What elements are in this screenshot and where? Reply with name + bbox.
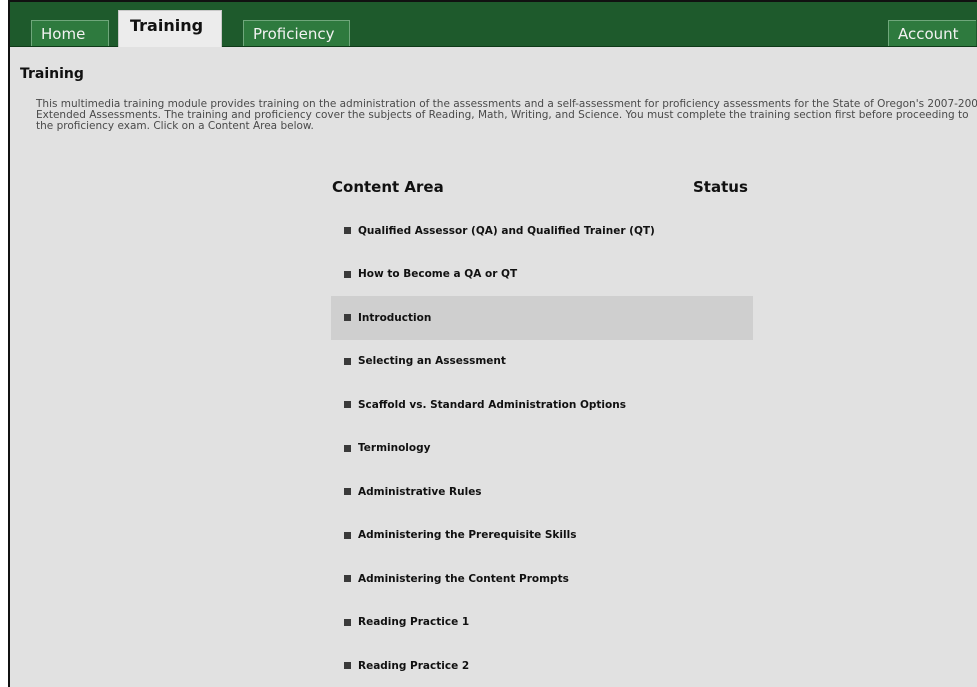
square-bullet-icon xyxy=(344,357,351,365)
content-area-item-qa-qt[interactable]: Qualified Assessor (QA) and Qualified Tr… xyxy=(331,209,753,253)
content-area-label: Selecting an Assessment xyxy=(358,355,506,368)
content-area-label: Introduction xyxy=(358,311,432,324)
tab-home[interactable]: Home xyxy=(31,20,109,46)
intro-text: This multimedia training module provides… xyxy=(36,98,977,132)
square-bullet-icon xyxy=(344,662,351,670)
tab-account[interactable]: Account xyxy=(888,20,976,46)
tab-proficiency[interactable]: Proficiency xyxy=(243,20,350,46)
content-area-item-reading-practice-1[interactable]: Reading Practice 1 xyxy=(331,601,753,645)
content-area-heading: Content Area xyxy=(332,178,444,196)
content-area-item-become-qa[interactable]: How to Become a QA or QT xyxy=(331,253,753,297)
content-area-label: Reading Practice 1 xyxy=(358,616,470,629)
square-bullet-icon xyxy=(344,575,351,583)
content-area-item-content-prompts[interactable]: Administering the Content Prompts xyxy=(331,557,753,601)
content-area-label: Scaffold vs. Standard Administration Opt… xyxy=(358,398,626,411)
content-area-label: Administrative Rules xyxy=(358,485,482,498)
content-area-label: Administering the Content Prompts xyxy=(358,572,569,585)
content-area-item-admin-rules[interactable]: Administrative Rules xyxy=(331,470,753,514)
square-bullet-icon xyxy=(344,270,351,278)
content-area-item-reading-practice-2[interactable]: Reading Practice 2 xyxy=(331,644,753,687)
square-bullet-icon xyxy=(344,488,351,496)
content-area-item-terminology[interactable]: Terminology xyxy=(331,427,753,471)
status-heading: Status xyxy=(693,178,748,196)
square-bullet-icon xyxy=(344,618,351,626)
page-title: Training xyxy=(20,66,84,82)
content-area-label: Administering the Prerequisite Skills xyxy=(358,529,577,542)
content-area-label: How to Become a QA or QT xyxy=(358,268,518,281)
square-bullet-icon xyxy=(344,531,351,539)
content-area-item-scaffold[interactable]: Scaffold vs. Standard Administration Opt… xyxy=(331,383,753,427)
content-area-item-prereq-skills[interactable]: Administering the Prerequisite Skills xyxy=(331,514,753,558)
content-area-item-introduction[interactable]: Introduction xyxy=(331,296,753,340)
square-bullet-icon xyxy=(344,401,351,409)
square-bullet-icon xyxy=(344,227,351,235)
square-bullet-icon xyxy=(344,444,351,452)
content-area-label: Terminology xyxy=(358,442,431,455)
content-area-list: Qualified Assessor (QA) and Qualified Tr… xyxy=(331,209,753,687)
square-bullet-icon xyxy=(344,314,351,322)
content-area-item-selecting[interactable]: Selecting an Assessment xyxy=(331,340,753,384)
content-area-label: Reading Practice 2 xyxy=(358,659,470,672)
app-frame: Home Training Proficiency Account Traini… xyxy=(8,0,977,687)
content-area-label: Qualified Assessor (QA) and Qualified Tr… xyxy=(358,224,655,237)
top-nav-bar: Home Training Proficiency Account xyxy=(10,2,977,47)
tab-training[interactable]: Training xyxy=(118,10,222,47)
